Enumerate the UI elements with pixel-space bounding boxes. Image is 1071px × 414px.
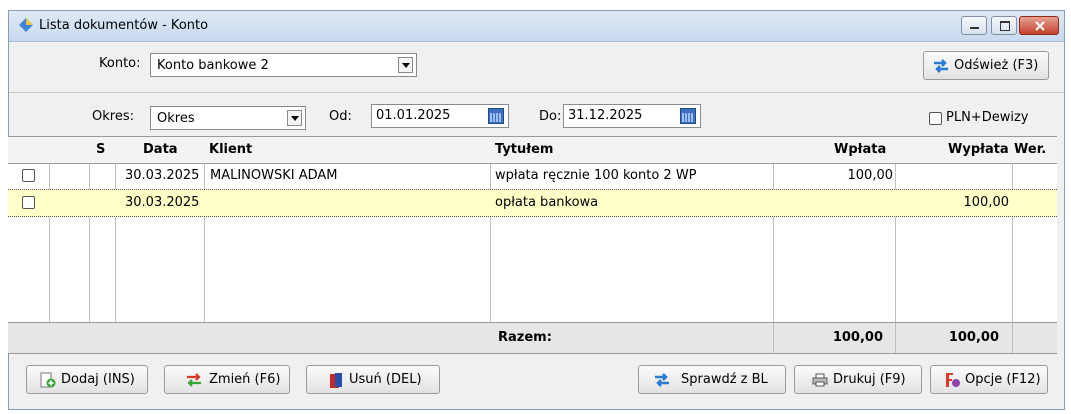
totals-row: Razem: 100,00 100,00: [8, 322, 1057, 354]
header-klient[interactable]: Klient: [209, 142, 252, 157]
account-row: Konto: Konto bankowe 2 Odśwież (F3): [9, 42, 1064, 93]
title-bar: Lista dokumentów - Konto: [9, 11, 1064, 42]
edit-label: Zmień (F6): [209, 372, 281, 387]
documents-table: S Data Klient Tytułem Wpłata Wypłata Wer…: [8, 136, 1057, 351]
table-row-selected[interactable]: 30.03.2025 opłata bankowa 100,00: [8, 189, 1057, 217]
add-document-icon: [40, 372, 56, 388]
row-checkbox[interactable]: [22, 196, 35, 209]
window-title: Lista dokumentów - Konto: [39, 18, 209, 33]
swap-arrows-icon: [187, 373, 201, 387]
edit-button[interactable]: Zmień (F6): [164, 365, 290, 394]
header-wer[interactable]: Wer.: [1014, 142, 1046, 157]
od-value: 01.01.2025: [376, 108, 451, 123]
row-checkbox[interactable]: [22, 169, 35, 182]
add-label: Dodaj (INS): [61, 372, 135, 387]
options-button[interactable]: Opcje (F12): [930, 365, 1048, 394]
maximize-button[interactable]: [991, 16, 1017, 35]
calendar-icon[interactable]: [488, 108, 504, 124]
header-tytulem[interactable]: Tytułem: [495, 142, 553, 157]
row-data: 30.03.2025: [125, 168, 200, 183]
pln-dewizy-label: PLN+Dewizy: [946, 110, 1029, 125]
okres-label: Okres:: [92, 109, 134, 124]
pln-dewizy-checkbox[interactable]: [929, 112, 942, 125]
header-s[interactable]: S: [96, 142, 105, 157]
refresh-arrows-icon: [655, 373, 669, 387]
okres-value: Okres: [157, 111, 195, 126]
delete-button[interactable]: Usuń (DEL): [306, 365, 440, 394]
minimize-button[interactable]: [961, 16, 987, 35]
refresh-arrows-icon: [934, 59, 948, 73]
check-bl-button[interactable]: Sprawdź z BL: [638, 365, 786, 394]
chevron-down-icon: [287, 110, 302, 126]
refresh-label: Odśwież (F3): [954, 58, 1039, 73]
okres-select[interactable]: Okres: [150, 106, 306, 130]
row-wyplata: 100,00: [963, 195, 1010, 210]
table-header: S Data Klient Tytułem Wpłata Wypłata Wer…: [8, 137, 1057, 164]
delete-label: Usuń (DEL): [349, 372, 422, 387]
minimize-icon: [970, 27, 979, 29]
options-label: Opcje (F12): [965, 372, 1041, 387]
add-button[interactable]: Dodaj (INS): [26, 365, 148, 394]
od-label: Od:: [329, 109, 352, 124]
konto-value: Konto bankowe 2: [157, 58, 269, 73]
printer-icon: [812, 373, 828, 387]
od-date-input[interactable]: 01.01.2025: [371, 104, 509, 128]
period-row: Okres: Okres Od: 01.01.2025 Do: 31.12.20…: [9, 99, 1064, 141]
row-data: 30.03.2025: [125, 195, 200, 210]
header-wyplata[interactable]: Wypłata: [948, 142, 1009, 157]
do-date-input[interactable]: 31.12.2025: [563, 104, 701, 128]
print-label: Drukuj (F9): [833, 372, 906, 387]
do-value: 31.12.2025: [568, 108, 643, 123]
trash-icon: [330, 373, 342, 388]
row-tytulem: wpłata ręcznie 100 konto 2 WP: [495, 168, 697, 183]
chevron-down-icon: [398, 57, 413, 73]
diamond-app-icon: [19, 18, 33, 32]
totals-wyplata: 100,00: [948, 330, 999, 345]
maximize-icon: [1000, 21, 1010, 31]
refresh-button[interactable]: Odśwież (F3): [923, 51, 1049, 80]
table-row[interactable]: 30.03.2025 MALINOWSKI ADAM wpłata ręczni…: [8, 163, 1057, 190]
konto-label: Konto:: [99, 56, 141, 71]
konto-select[interactable]: Konto bankowe 2: [150, 53, 417, 77]
close-button[interactable]: [1019, 16, 1059, 35]
print-button[interactable]: Drukuj (F9): [794, 365, 922, 394]
row-klient: MALINOWSKI ADAM: [210, 168, 338, 183]
calendar-icon[interactable]: [680, 108, 696, 124]
row-tytulem: opłata bankowa: [495, 195, 599, 210]
header-data[interactable]: Data: [143, 142, 178, 157]
do-label: Do:: [539, 109, 562, 124]
totals-label: Razem:: [498, 330, 552, 345]
header-wplata[interactable]: Wpłata: [834, 142, 886, 157]
check-bl-label: Sprawdź z BL: [681, 372, 768, 387]
totals-wplata: 100,00: [832, 330, 883, 345]
row-wplata: 100,00: [847, 168, 894, 183]
options-icon: [946, 373, 960, 387]
bottom-toolbar: Dodaj (INS) Zmień (F6) Usuń (DEL) Sprawd…: [8, 360, 1057, 400]
close-icon: [1035, 21, 1045, 31]
